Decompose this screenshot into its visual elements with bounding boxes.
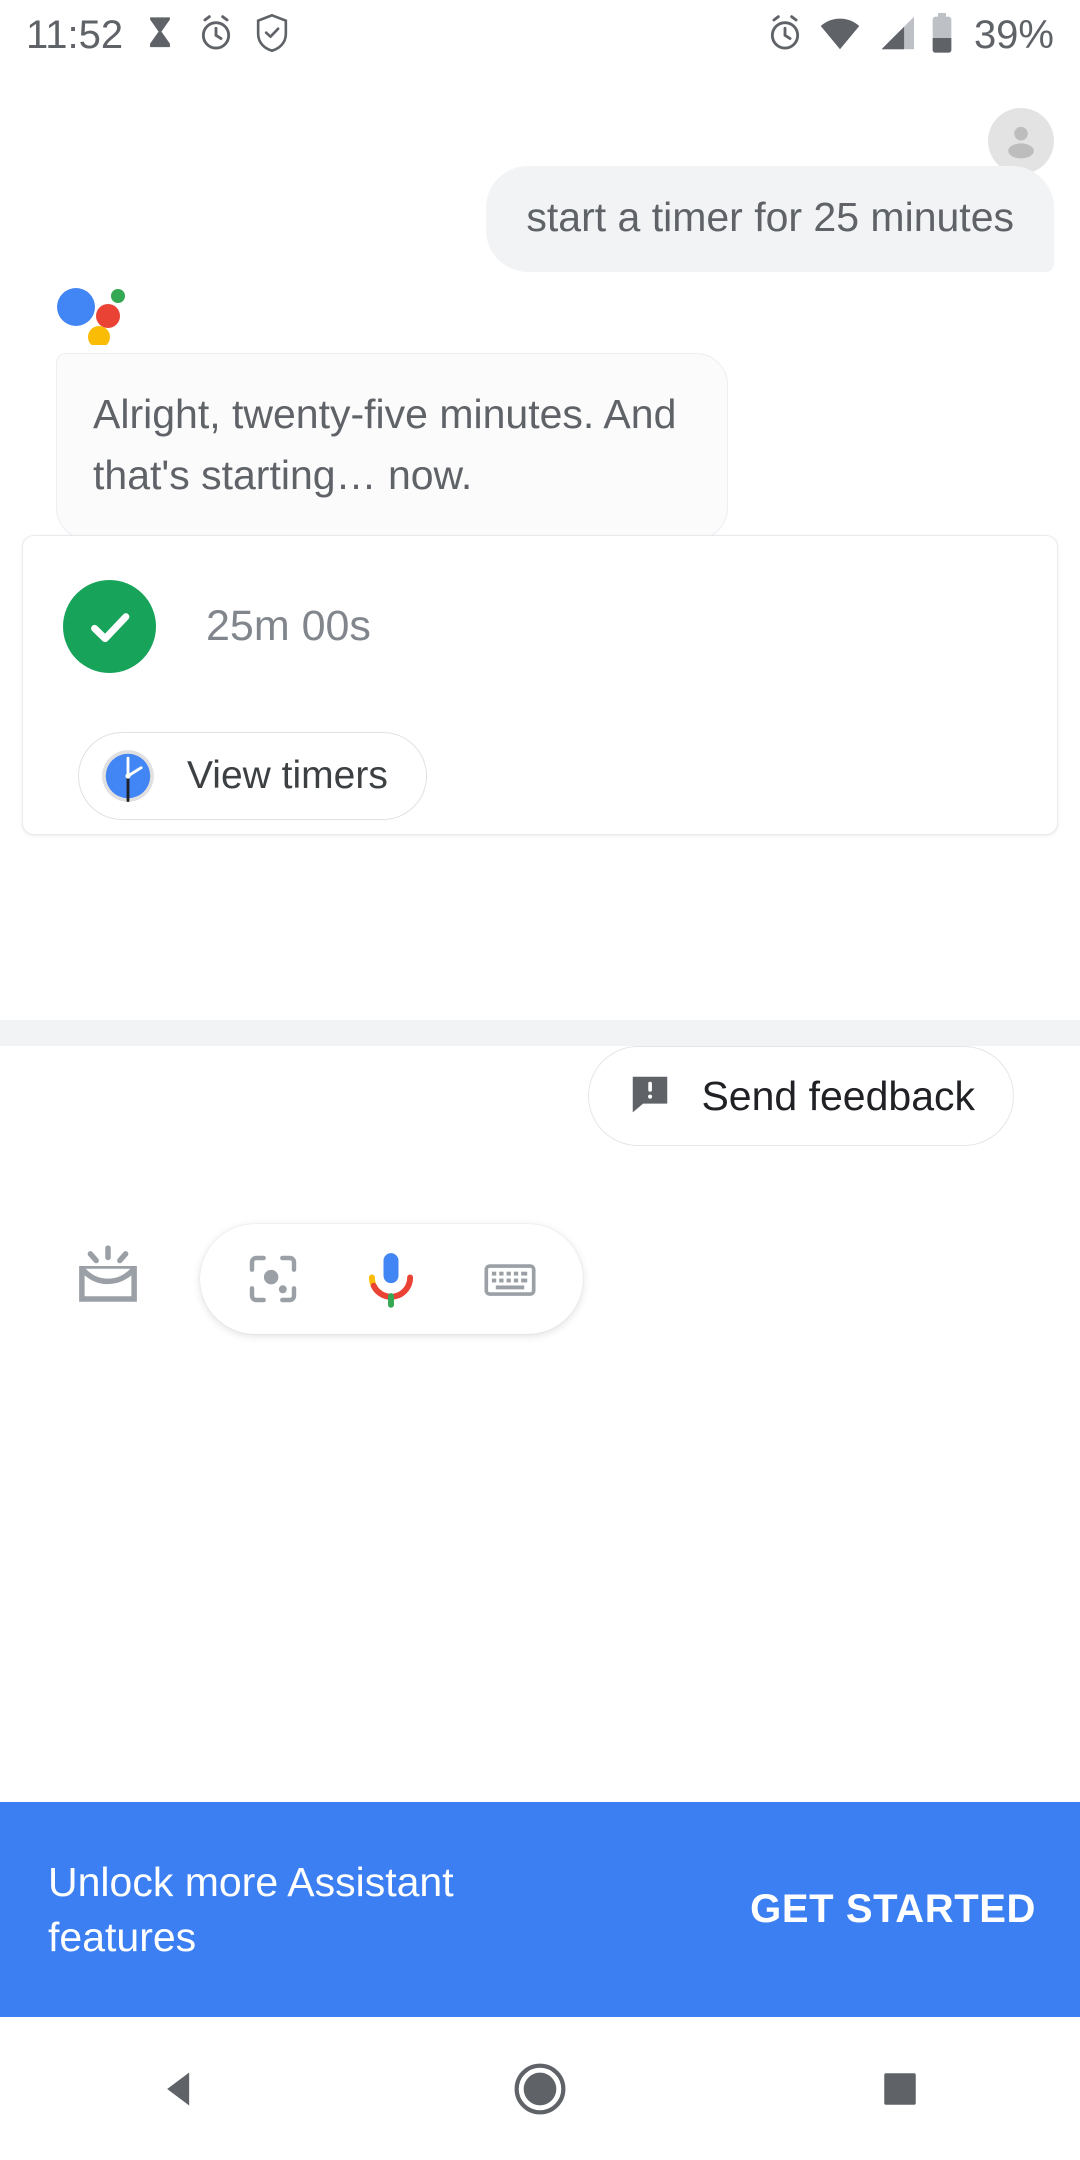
- wifi-icon: [818, 15, 862, 56]
- alarm-clock-icon: [766, 13, 804, 58]
- section-divider: [0, 1020, 1080, 1046]
- send-feedback-label: Send feedback: [701, 1072, 975, 1119]
- user-message-text: start a timer for 25 minutes: [526, 194, 1014, 240]
- shield-check-icon: [255, 13, 289, 58]
- user-message-bubble[interactable]: start a timer for 25 minutes: [486, 166, 1054, 273]
- status-bar-clock: 11:52: [26, 12, 124, 57]
- android-nav-bar: [0, 2017, 1080, 2160]
- keyboard-explore-icon[interactable]: [72, 1244, 144, 1315]
- google-mic-icon[interactable]: [349, 1237, 433, 1321]
- assistant-message-text: Alright, twenty-five minutes. And that's…: [93, 391, 677, 498]
- keyboard-icon[interactable]: [468, 1237, 552, 1321]
- assistant-message-bubble[interactable]: Alright, twenty-five minutes. And that's…: [56, 353, 728, 541]
- view-timers-button[interactable]: View timers: [78, 732, 427, 820]
- user-message-row: start a timer for 25 minutes: [486, 166, 1054, 273]
- back-triangle-icon[interactable]: [120, 2029, 240, 2149]
- user-avatar-icon: [1008, 126, 1034, 159]
- timer-card-main: 25m 00s: [23, 536, 1057, 673]
- timer-duration: 25m 00s: [206, 602, 371, 650]
- assistant-screen: 11:52 39% start a timer for 25 minutes A…: [0, 0, 1080, 2160]
- input-bar: [0, 1196, 1080, 1356]
- feedback-bubble-icon: [627, 1071, 673, 1122]
- get-started-button[interactable]: GET STARTED: [750, 1887, 1036, 1932]
- footer-area: Send feedback: [0, 1046, 1080, 1802]
- recents-square-icon[interactable]: [840, 2029, 960, 2149]
- send-feedback-button[interactable]: Send feedback: [588, 1046, 1014, 1146]
- home-circle-icon[interactable]: [480, 2029, 600, 2149]
- timer-card[interactable]: 25m 00s View timers: [22, 535, 1058, 835]
- assistant-message-row: Alright, twenty-five minutes. And that's…: [56, 353, 728, 541]
- status-bar-right: 39%: [766, 12, 1054, 58]
- battery-icon: [930, 12, 954, 58]
- green-check-circle-icon: [63, 580, 156, 673]
- assistant-input-pill: [200, 1224, 583, 1334]
- hourglass-icon: [143, 14, 177, 57]
- clock-icon: [97, 745, 159, 807]
- google-lens-icon[interactable]: [231, 1237, 315, 1321]
- alarm-clock-icon: [197, 13, 235, 58]
- view-timers-label: View timers: [187, 754, 388, 797]
- promo-banner-message: Unlock more Assistant features: [48, 1858, 454, 1960]
- status-bar: 11:52 39%: [0, 0, 1080, 70]
- status-bar-left: 11:52: [26, 13, 289, 58]
- cell-signal-icon: [876, 15, 916, 56]
- conversation-area: start a timer for 25 minutes Alright, tw…: [0, 70, 1080, 1020]
- battery-percentage: 39%: [973, 12, 1054, 57]
- avatar[interactable]: [988, 108, 1054, 174]
- google-assistant-logo: [56, 285, 126, 348]
- promo-banner[interactable]: Unlock more Assistant features GET START…: [0, 1802, 1080, 2017]
